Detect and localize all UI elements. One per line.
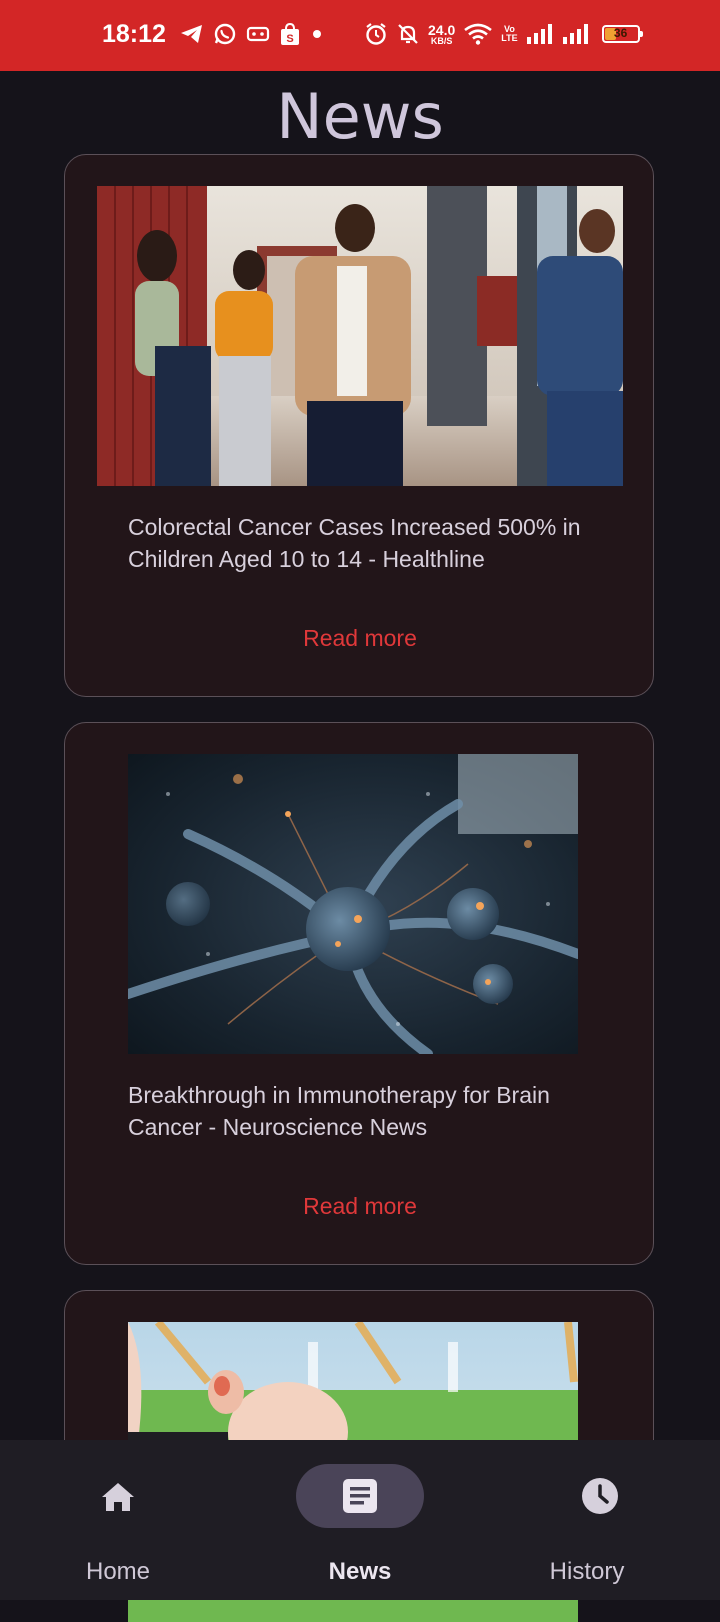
alarm-icon [366,23,386,45]
signal-2-icon [562,24,588,44]
article-icon [343,1479,377,1513]
system-icons: 24.0 KB/S Vo LTE 36 [364,22,643,46]
page-title: News [276,80,444,153]
article-image[interactable] [97,186,623,486]
volte-indicator: Vo LTE [501,25,517,43]
muted-bell-icon [398,24,418,44]
network-speed: 24.0 KB/S [428,23,455,46]
telegram-icon [181,25,202,43]
neuron-cells-photo [128,754,578,1054]
whatsapp-icon [214,23,236,45]
network-speed-unit: KB/S [430,35,453,46]
wifi-icon [464,23,493,45]
status-time: 18:12 [102,20,166,48]
status-bar: 18:12 S 24.0 KB/S Vo LTE 36 [0,0,720,71]
svg-text:S: S [286,33,293,45]
network-speed-value: 24.0 [428,21,456,38]
signal-1-icon [526,24,552,44]
article-title[interactable]: Breakthrough in Immunotherapy for Brain … [128,1079,608,1143]
nav-history[interactable]: History [480,1440,720,1600]
nav-home[interactable]: Home [0,1440,240,1600]
bottom-navigation: Home News History [0,1440,720,1600]
notification-icons: S [180,20,324,48]
shop-icon: S [281,22,299,45]
home-icon [102,1483,134,1511]
read-more-link[interactable]: Read more [65,1193,655,1220]
voicemail-icon [246,26,270,42]
clock-icon [582,1478,618,1514]
news-card[interactable]: Colorectal Cancer Cases Increased 500% i… [64,154,654,697]
nav-news[interactable]: News [240,1440,480,1600]
battery-icon: 36 [601,25,643,43]
article-image[interactable] [128,754,578,1054]
nav-news-label: News [328,1558,392,1585]
nav-home-label: Home [85,1558,151,1585]
hallway-students-photo [97,186,623,486]
battery-percent: 36 [613,26,628,40]
volte-bottom: LTE [501,33,518,43]
read-more-link[interactable]: Read more [65,625,655,652]
nav-history-label: History [549,1558,625,1585]
dot-icon [313,30,321,38]
article-title[interactable]: Colorectal Cancer Cases Increased 500% i… [128,511,608,575]
news-card[interactable]: Breakthrough in Immunotherapy for Brain … [64,722,654,1265]
